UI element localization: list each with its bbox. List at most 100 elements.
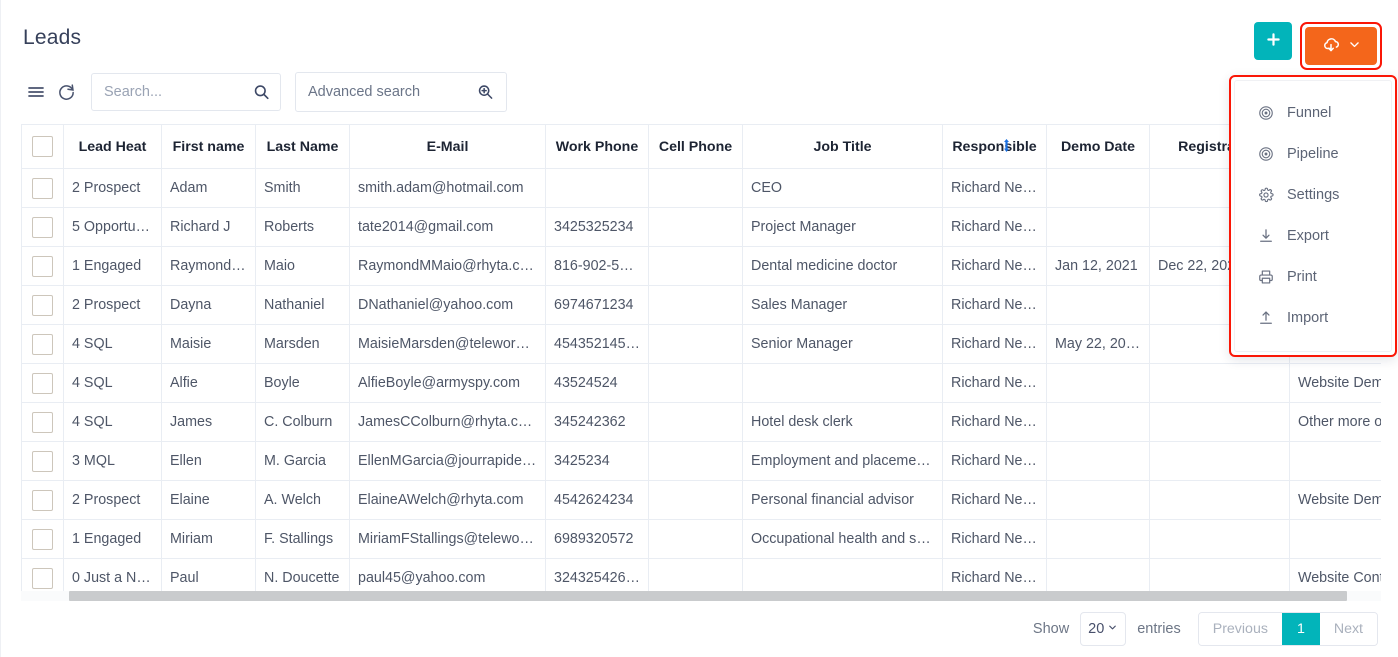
cell-first-name: Elaine: [161, 480, 256, 520]
menu-item-settings[interactable]: Settings: [1235, 174, 1391, 215]
table-header-row: Lead Heat First name Last Name E-Mail Wo…: [21, 124, 1381, 169]
entries-label: entries: [1137, 621, 1181, 637]
target-icon: [1257, 105, 1274, 121]
table-row[interactable]: 2 Prospect Dayna Nathaniel DNathaniel@yahoo…: [21, 285, 1381, 325]
row-checkbox[interactable]: [32, 411, 53, 433]
leads-table: Lead Heat First name Last Name E-Mail Wo…: [21, 124, 1381, 598]
search-icon[interactable]: [253, 84, 270, 101]
column-header-last-name[interactable]: Last Name: [255, 124, 350, 169]
download-icon: [1257, 228, 1274, 244]
zoom-in-icon[interactable]: [477, 84, 494, 101]
scrollbar-thumb[interactable]: [69, 591, 1347, 601]
row-checkbox[interactable]: [32, 528, 53, 550]
advanced-search-field[interactable]: Advanced search: [295, 72, 507, 112]
table-row[interactable]: 2 Prospect Adam Smith smith.adam@hotmail.co…: [21, 168, 1381, 208]
cell-lead-heat: 4 SQL: [63, 324, 162, 364]
cell-work-phone: 3425325234: [545, 207, 649, 247]
table-row[interactable]: 4 SQL James C. Colburn JamesCColburn@rhyta.…: [21, 402, 1381, 442]
cell-job-title: Hotel desk clerk: [742, 402, 943, 442]
menu-item-import[interactable]: Import: [1235, 297, 1391, 338]
search-input-wrapper[interactable]: [91, 73, 281, 111]
table-row[interactable]: 2 Prospect Elaine A. Welch ElaineAWelch@rhy…: [21, 480, 1381, 520]
cell-first-name: Adam: [161, 168, 256, 208]
table-row[interactable]: 4 SQL Maisie Marsden MaisieMarsden@teleworm…: [21, 324, 1381, 364]
page-size-select[interactable]: 20: [1080, 612, 1127, 646]
column-header-work-phone[interactable]: Work Phone: [545, 124, 649, 169]
table-footer: Show 20 entries Previous 1 Next: [1033, 612, 1378, 646]
cell-work-phone: 45435214543: [545, 324, 649, 364]
leads-page: Leads Advanced search: [0, 0, 1398, 657]
cell-email: AlfieBoyle@armyspy.com: [349, 363, 546, 403]
row-checkbox[interactable]: [32, 489, 53, 511]
menu-item-label: Pipeline: [1287, 145, 1339, 162]
table-row[interactable]: 5 Opportunity Richard J Roberts tate2014@gm…: [21, 207, 1381, 247]
cell-job-title: Employment and placement m...: [742, 441, 943, 481]
row-checkbox[interactable]: [32, 450, 53, 472]
cell-demo-date: [1046, 480, 1150, 520]
cell-last-name: Roberts: [255, 207, 350, 247]
row-select-cell: [21, 519, 64, 559]
dropdown-inner: Funnel Pipeline Settings Export Print Im…: [1234, 80, 1392, 352]
column-header-responsible[interactable]: Responsible: [942, 124, 1047, 169]
row-checkbox[interactable]: [32, 177, 53, 199]
select-all-header: [21, 124, 64, 169]
cell-first-name: Raymond M.: [161, 246, 256, 286]
cell-demo-date: [1046, 519, 1150, 559]
table-horizontal-scrollbar[interactable]: [21, 591, 1381, 601]
row-select-cell: [21, 363, 64, 403]
menu-item-export[interactable]: Export: [1235, 215, 1391, 256]
row-checkbox[interactable]: [32, 216, 53, 238]
row-checkbox[interactable]: [32, 567, 53, 589]
menu-item-pipeline[interactable]: Pipeline: [1235, 133, 1391, 174]
column-header-email[interactable]: E-Mail: [349, 124, 546, 169]
table-head: Lead Heat First name Last Name E-Mail Wo…: [21, 124, 1381, 169]
hamburger-icon[interactable]: [21, 77, 51, 107]
menu-item-funnel[interactable]: Funnel: [1235, 92, 1391, 133]
cell-registration: [1149, 363, 1290, 403]
row-checkbox[interactable]: [32, 255, 53, 277]
cell-cell-phone: [648, 519, 743, 559]
cell-last-name: C. Colburn: [255, 402, 350, 442]
select-all-checkbox[interactable]: [32, 136, 53, 157]
row-checkbox[interactable]: [32, 294, 53, 316]
column-header-first-name[interactable]: First name: [161, 124, 256, 169]
cell-work-phone: 43524524: [545, 363, 649, 403]
cell-lead-heat: 5 Opportunity: [63, 207, 162, 247]
menu-item-print[interactable]: Print: [1235, 256, 1391, 297]
table-row[interactable]: 1 Engaged Raymond M. Maio RaymondMMaio@rhyt…: [21, 246, 1381, 286]
cell-registration: [1149, 480, 1290, 520]
column-header-lead-heat[interactable]: Lead Heat: [63, 124, 162, 169]
pagination-next[interactable]: Next: [1319, 613, 1377, 645]
search-input[interactable]: [92, 74, 280, 110]
cell-responsible: Richard Newton: [942, 207, 1047, 247]
add-lead-button[interactable]: [1254, 22, 1292, 60]
leads-table-wrapper: Lead Heat First name Last Name E-Mail Wo…: [21, 124, 1381, 598]
cell-work-phone: 816-902-5695: [545, 246, 649, 286]
column-header-cell-phone[interactable]: Cell Phone: [648, 124, 743, 169]
column-header-demo-date[interactable]: Demo Date: [1046, 124, 1150, 169]
cell-demo-date: [1046, 285, 1150, 325]
table-row[interactable]: 4 SQL Alfie Boyle AlfieBoyle@armyspy.com 435…: [21, 363, 1381, 403]
cell-work-phone: 3425234: [545, 441, 649, 481]
pagination-previous[interactable]: Previous: [1198, 613, 1282, 645]
cell-lead-heat: 2 Prospect: [63, 480, 162, 520]
export-dropdown-menu: Funnel Pipeline Settings Export Print Im…: [1229, 75, 1397, 357]
cell-demo-date: [1046, 441, 1150, 481]
row-checkbox[interactable]: [32, 372, 53, 394]
menu-item-label: Import: [1287, 309, 1329, 326]
toolbar: Advanced search: [21, 72, 507, 112]
pagination-page-1[interactable]: 1: [1281, 613, 1320, 645]
cell-first-name: Richard J: [161, 207, 256, 247]
row-checkbox[interactable]: [32, 333, 53, 355]
export-dropdown-button[interactable]: [1305, 27, 1377, 65]
cell-cell-phone: [648, 441, 743, 481]
export-button-highlight: [1300, 22, 1382, 70]
chevron-down-icon: [1348, 38, 1361, 54]
refresh-icon[interactable]: [51, 77, 81, 107]
cloud-download-icon: [1321, 35, 1341, 58]
cell-responsible: Richard Newton: [942, 363, 1047, 403]
table-row[interactable]: 1 Engaged Miriam F. Stallings MiriamFStalli…: [21, 519, 1381, 559]
table-row[interactable]: 3 MQL Ellen M. Garcia EllenMGarcia@jourrapi…: [21, 441, 1381, 481]
column-header-job-title[interactable]: Job Title: [742, 124, 943, 169]
row-select-cell: [21, 402, 64, 442]
